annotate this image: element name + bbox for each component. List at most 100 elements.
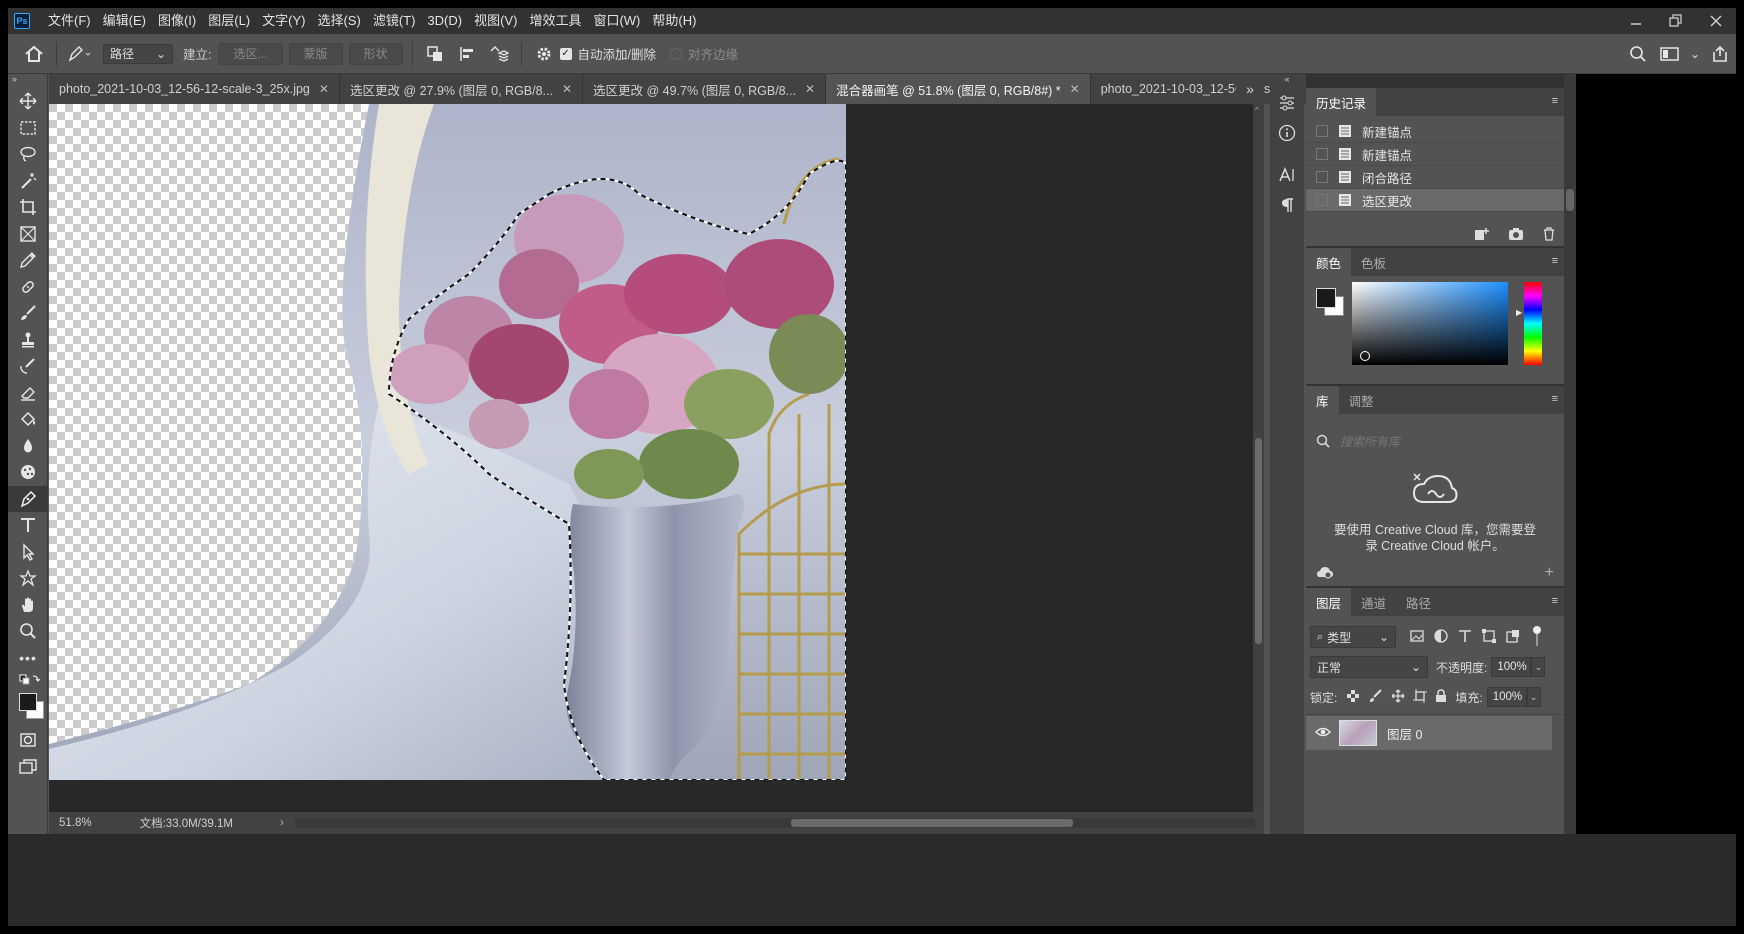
- eyedropper-tool-icon[interactable]: [8, 247, 48, 274]
- history-snapshot-checkbox[interactable]: [1316, 148, 1328, 160]
- menu-edit[interactable]: 编辑(E): [97, 8, 152, 34]
- info-icon[interactable]: [1270, 118, 1304, 148]
- layer-filter-select[interactable]: ⌕ 类型 ⌄: [1310, 626, 1396, 648]
- lock-all-icon[interactable]: [1435, 688, 1447, 706]
- blend-mode-select[interactable]: 正常 ⌄: [1310, 656, 1428, 678]
- collapse-icon[interactable]: «: [1270, 74, 1304, 88]
- tab-layers[interactable]: 图层: [1306, 588, 1352, 616]
- filter-shape-icon[interactable]: [1482, 628, 1496, 646]
- color-field[interactable]: [1352, 282, 1508, 365]
- close-icon[interactable]: ✕: [805, 82, 815, 96]
- tab-color[interactable]: 颜色: [1306, 248, 1352, 276]
- tab-libraries[interactable]: 库: [1306, 386, 1339, 414]
- menu-select[interactable]: 选择(S): [311, 8, 366, 34]
- add-icon[interactable]: +: [1545, 564, 1554, 582]
- doc-tab[interactable]: 选区更改 @ 49.7% (图层 0, RGB/8... ✕: [583, 74, 827, 104]
- menu-plugins[interactable]: 增效工具: [523, 8, 587, 34]
- document-canvas[interactable]: [49, 104, 846, 780]
- chevron-down-icon[interactable]: ⌄: [1526, 687, 1541, 707]
- menu-layer[interactable]: 图层(L): [202, 8, 256, 34]
- menu-filter[interactable]: 滤镜(T): [367, 8, 422, 34]
- blur-tool-icon[interactable]: [8, 433, 48, 460]
- canvas-area[interactable]: [49, 104, 1253, 812]
- gear-icon[interactable]: [528, 38, 560, 70]
- search-icon[interactable]: [1622, 38, 1654, 70]
- marquee-tool-icon[interactable]: [8, 115, 48, 142]
- tab-history[interactable]: 历史记录: [1306, 88, 1377, 116]
- move-tool-icon[interactable]: [8, 88, 48, 115]
- workspace-icon[interactable]: [1654, 38, 1686, 70]
- tab-channels[interactable]: 通道: [1351, 588, 1396, 616]
- panel-scroll-thumb[interactable]: [1566, 189, 1574, 211]
- lasso-tool-icon[interactable]: [8, 141, 48, 168]
- minimize-icon[interactable]: [1616, 8, 1656, 34]
- clone-stamp-tool-icon[interactable]: [8, 327, 48, 354]
- eye-icon[interactable]: [1315, 726, 1331, 741]
- menu-help[interactable]: 帮助(H): [646, 8, 702, 34]
- history-item[interactable]: 新建锚点: [1306, 143, 1564, 166]
- menu-3d[interactable]: 3D(D): [421, 8, 468, 34]
- menu-image[interactable]: 图像(I): [152, 8, 202, 34]
- doc-tab-active[interactable]: 混合器画笔 @ 51.8% (图层 0, RGB/8#) * ✕: [826, 74, 1091, 104]
- path-arrangement-icon[interactable]: [483, 38, 515, 70]
- foreground-background-swatches[interactable]: [8, 689, 47, 727]
- magic-wand-tool-icon[interactable]: [8, 168, 48, 195]
- tab-swatches[interactable]: 色板: [1351, 248, 1396, 276]
- paragraph-icon[interactable]: [1270, 190, 1304, 220]
- hue-slider[interactable]: [1524, 282, 1542, 365]
- menu-file[interactable]: 文件(F): [42, 8, 97, 34]
- properties-icon[interactable]: [1270, 88, 1304, 118]
- make-selection-button[interactable]: 选区...: [218, 42, 283, 65]
- vertical-scrollbar[interactable]: ^: [1253, 104, 1264, 812]
- close-icon[interactable]: ✕: [1070, 82, 1080, 96]
- camera-icon[interactable]: [1508, 227, 1524, 244]
- history-item-selected[interactable]: 选区更改: [1306, 189, 1564, 212]
- layer-name[interactable]: 图层 0: [1387, 724, 1422, 743]
- paint-bucket-tool-icon[interactable]: [8, 406, 48, 433]
- collapse-icon[interactable]: »: [8, 74, 47, 88]
- default-colors-icon[interactable]: [8, 671, 47, 689]
- panel-menu-icon[interactable]: ≡: [1552, 393, 1558, 405]
- panel-menu-icon[interactable]: ≡: [1552, 255, 1558, 267]
- zoom-level[interactable]: 51.8%: [59, 817, 92, 829]
- horizontal-scroll-thumb[interactable]: [791, 819, 1073, 827]
- color-picker-cursor[interactable]: [1360, 351, 1370, 361]
- filter-smart-object-icon[interactable]: [1506, 629, 1520, 646]
- menu-window[interactable]: 窗口(W): [587, 8, 646, 34]
- make-shape-button[interactable]: 形状: [348, 42, 403, 65]
- crop-tool-icon[interactable]: [8, 194, 48, 221]
- home-icon[interactable]: [18, 38, 50, 70]
- path-alignment-icon[interactable]: [451, 38, 483, 70]
- brush-tool-icon[interactable]: [8, 300, 48, 327]
- trash-icon[interactable]: [1542, 226, 1556, 244]
- auto-add-delete-checkbox[interactable]: ✓: [559, 47, 572, 60]
- history-brush-tool-icon[interactable]: [8, 353, 48, 380]
- lock-image-pixels-icon[interactable]: [1369, 688, 1383, 706]
- filter-type-icon[interactable]: [1458, 629, 1472, 646]
- path-operations-icon[interactable]: [419, 38, 451, 70]
- history-snapshot-checkbox[interactable]: [1316, 125, 1328, 137]
- history-item[interactable]: 闭合路径: [1306, 166, 1564, 189]
- menu-type[interactable]: 文字(Y): [256, 8, 311, 34]
- scroll-up-icon[interactable]: ^: [1255, 106, 1259, 115]
- tab-paths[interactable]: 路径: [1396, 588, 1441, 616]
- chevron-down-icon[interactable]: ⌄: [1686, 38, 1704, 70]
- new-document-from-state-icon[interactable]: [1474, 227, 1490, 244]
- close-icon[interactable]: ✕: [319, 82, 329, 96]
- lock-position-icon[interactable]: [1391, 689, 1405, 706]
- status-menu-icon[interactable]: ›: [280, 817, 284, 829]
- sponge-tool-icon[interactable]: [8, 459, 48, 486]
- panel-menu-icon[interactable]: ≡: [1552, 595, 1558, 607]
- horizontal-scrollbar[interactable]: [295, 818, 1255, 828]
- pen-mode-select[interactable]: 路径 ⌄: [103, 43, 173, 64]
- share-icon[interactable]: [1704, 38, 1736, 70]
- screen-mode-icon[interactable]: [8, 754, 48, 781]
- panel-scrollbar[interactable]: [1564, 74, 1576, 926]
- menu-view[interactable]: 视图(V): [468, 8, 523, 34]
- quick-mask-icon[interactable]: [8, 727, 48, 754]
- frame-tool-icon[interactable]: [8, 221, 48, 248]
- pen-tool-icon[interactable]: [8, 485, 48, 512]
- panel-menu-icon[interactable]: ≡: [1552, 95, 1558, 107]
- opacity-input[interactable]: 100%: [1491, 657, 1532, 677]
- lock-artboard-icon[interactable]: [1413, 688, 1428, 706]
